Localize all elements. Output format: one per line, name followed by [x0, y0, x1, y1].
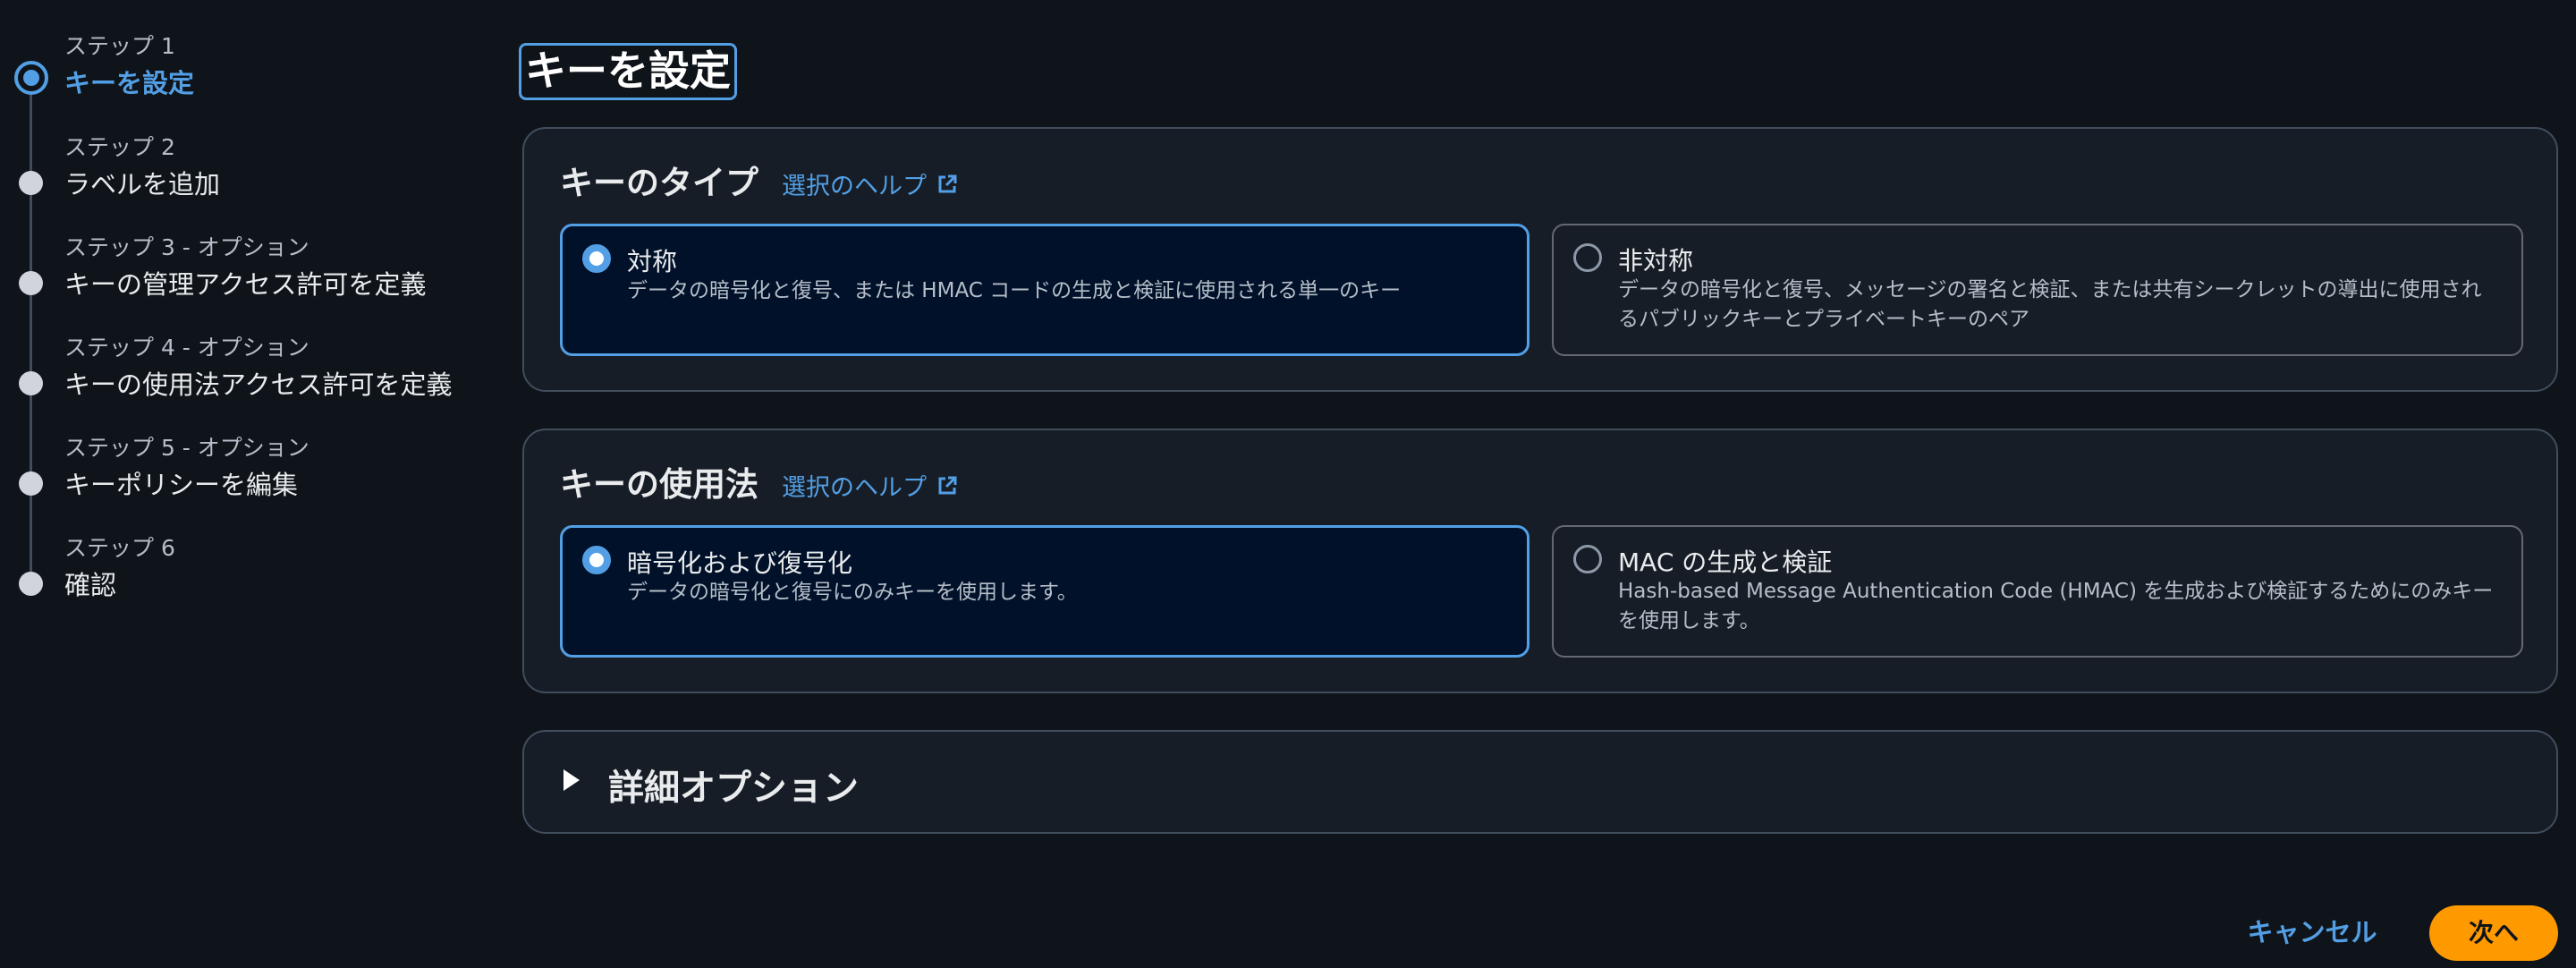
- step-3[interactable]: ステップ 3 - オプション キーの管理アクセス許可を定義: [0, 230, 501, 310]
- key-usage-title: キーの使用法: [560, 465, 758, 504]
- step-indicator-icon: [19, 371, 43, 395]
- step-label: ステップ 5 - オプション: [64, 435, 309, 461]
- radio-selected-icon[interactable]: [582, 244, 611, 273]
- step-title[interactable]: キーの管理アクセス許可を定義: [64, 264, 427, 301]
- step-label: ステップ 4 - オプション: [64, 335, 309, 361]
- step-indicator-icon: [19, 271, 43, 295]
- key-usage-option-encrypt-decrypt[interactable]: 暗号化および復号化 データの暗号化と復号にのみキーを使用します。: [560, 525, 1530, 658]
- key-usage-header: キーの使用法 選択のヘルプ: [560, 457, 959, 505]
- step-title[interactable]: キーを設定: [64, 63, 194, 100]
- step-label: ステップ 2: [64, 134, 175, 160]
- external-link-icon: [938, 476, 957, 494]
- page-title: キーを設定: [519, 43, 737, 100]
- radio-unselected-icon[interactable]: [1573, 243, 1602, 272]
- option-description: データの暗号化と復号、または HMAC コードの生成と検証に使用される単一のキー: [627, 279, 1402, 302]
- key-usage-help-link[interactable]: 選択のヘルプ: [782, 468, 959, 503]
- key-usage-option-mac[interactable]: MAC の生成と検証 Hash-based Message Authentica…: [1552, 525, 2523, 658]
- step-6[interactable]: ステップ 6 確認: [0, 531, 501, 611]
- option-title: 非対称: [1618, 246, 1694, 276]
- step-title[interactable]: ラベルを追加: [64, 164, 220, 201]
- radio-unselected-icon[interactable]: [1573, 545, 1602, 573]
- step-indicator-icon: [19, 171, 43, 195]
- option-title: MAC の生成と検証: [1618, 548, 1833, 577]
- key-type-title: キーのタイプ: [560, 164, 758, 202]
- step-4[interactable]: ステップ 4 - オプション キーの使用法アクセス許可を定義: [0, 330, 501, 411]
- key-usage-panel: キーの使用法 選択のヘルプ 暗号化および復号化 データの暗号化と復号にのみキーを…: [522, 429, 2558, 693]
- wizard-steps: ステップ 1 キーを設定 ステップ 2 ラベルを追加 ステップ 3 - オプショ…: [0, 0, 501, 626]
- advanced-options-title: 詳細オプション: [608, 768, 859, 809]
- step-label: ステップ 6: [64, 535, 175, 561]
- option-title: 暗号化および復号化: [627, 548, 853, 578]
- cancel-button[interactable]: キャンセル: [2236, 913, 2388, 952]
- help-link-label: 選択のヘルプ: [782, 173, 927, 200]
- next-button[interactable]: 次へ: [2429, 905, 2558, 961]
- step-label: ステップ 1: [64, 33, 175, 59]
- key-type-option-asymmetric[interactable]: 非対称 データの暗号化と復号、メッセージの署名と検証、または共有シークレットの導…: [1552, 224, 2523, 356]
- step-current-indicator-icon: [14, 61, 48, 95]
- key-type-panel: キーのタイプ 選択のヘルプ 対称 データの暗号化と復号、または HMAC コード…: [522, 127, 2558, 392]
- external-link-icon: [938, 174, 957, 192]
- step-indicator-icon: [19, 572, 43, 596]
- step-1[interactable]: ステップ 1 キーを設定: [0, 29, 501, 109]
- step-2[interactable]: ステップ 2 ラベルを追加: [0, 130, 501, 210]
- option-description: データの暗号化と復号、メッセージの署名と検証、または共有シークレットの導出に使用…: [1618, 278, 2482, 331]
- option-description: データの暗号化と復号にのみキーを使用します。: [627, 581, 1078, 604]
- option-title: 対称: [627, 247, 678, 276]
- step-indicator-icon: [19, 471, 43, 496]
- step-title[interactable]: キーの使用法アクセス許可を定義: [64, 364, 453, 402]
- key-type-header: キーのタイプ 選択のヘルプ: [560, 156, 959, 204]
- step-label: ステップ 3 - オプション: [64, 234, 309, 260]
- option-description: Hash-based Message Authentication Code (…: [1618, 580, 2494, 633]
- radio-selected-icon[interactable]: [582, 546, 611, 574]
- help-link-label: 選択のヘルプ: [782, 474, 927, 502]
- caret-right-icon: [564, 769, 580, 791]
- step-5[interactable]: ステップ 5 - オプション キーポリシーを編集: [0, 430, 501, 511]
- step-title[interactable]: キーポリシーを編集: [64, 464, 298, 502]
- key-type-option-symmetric[interactable]: 対称 データの暗号化と復号、または HMAC コードの生成と検証に使用される単一…: [560, 224, 1530, 356]
- key-type-help-link[interactable]: 選択のヘルプ: [782, 166, 959, 201]
- step-title[interactable]: 確認: [64, 565, 116, 602]
- advanced-options-expander[interactable]: 詳細オプション: [522, 730, 2558, 834]
